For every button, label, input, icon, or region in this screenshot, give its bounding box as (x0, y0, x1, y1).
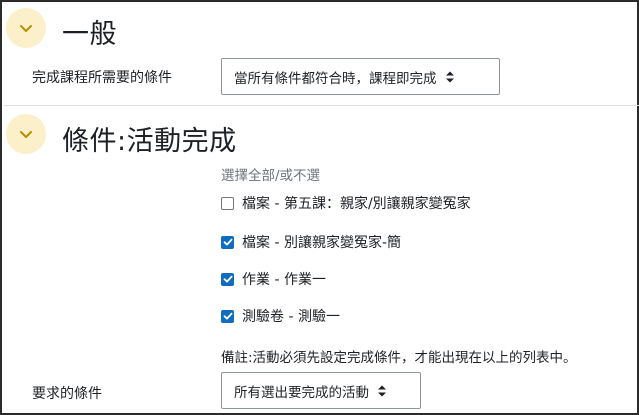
activity-checkbox[interactable] (221, 235, 234, 249)
activity-item-label: 測驗卷 - 測驗一 (242, 309, 340, 325)
required-condition-value: 所有選出要完成的活動 (234, 384, 369, 401)
course-completion-panel: 一般 完成課程所需要的條件 當所有條件都符合時，課程即完成 條件:活動完成 選擇… (0, 0, 639, 415)
activity-checkbox[interactable] (221, 309, 234, 323)
section-toggle-activity[interactable] (6, 114, 46, 154)
completion-requirement-label: 完成課程所需要的條件 (32, 70, 172, 86)
section-title-general: 一般 (62, 19, 117, 50)
activity-item-label: 作業 - 作業一 (242, 272, 326, 288)
activity-item-label: 檔案 - 別讓親家變冤家-簡 (242, 235, 402, 251)
activity-note: 備註:活動必須先設定完成條件，才能出現在以上的列表中。 (221, 350, 577, 366)
activity-item-row[interactable]: 作業 - 作業一 (221, 269, 326, 289)
activity-checkbox[interactable] (221, 272, 234, 286)
select-all-none-link[interactable]: 選擇全部/或不選 (221, 164, 320, 184)
activity-item-label: 檔案 - 第五課：親家/別讓親家變冤家 (242, 196, 471, 212)
activity-checkbox[interactable] (221, 196, 234, 210)
activity-item-row[interactable]: 檔案 - 別讓親家變冤家-簡 (221, 232, 401, 252)
activity-item-row[interactable]: 檔案 - 第五課：親家/別讓親家變冤家 (221, 193, 471, 213)
chevron-down-icon (20, 25, 32, 32)
chevron-down-icon (20, 131, 32, 138)
section-divider (4, 105, 639, 106)
check-icon (223, 312, 232, 320)
activity-item-row[interactable]: 測驗卷 - 測驗一 (221, 306, 340, 326)
check-icon (223, 275, 232, 283)
required-condition-label: 要求的條件 (32, 386, 102, 402)
completion-requirement-value: 當所有條件都符合時，課程即完成 (234, 70, 437, 87)
sort-caret-icon (445, 71, 454, 82)
required-condition-select[interactable]: 所有選出要完成的活動 (221, 372, 421, 409)
sort-caret-icon (378, 385, 386, 396)
section-toggle-general[interactable] (6, 8, 46, 48)
completion-requirement-select[interactable]: 當所有條件都符合時，課程即完成 (221, 58, 500, 95)
check-icon (223, 238, 232, 246)
section-title-activity: 條件:活動完成 (62, 126, 237, 157)
